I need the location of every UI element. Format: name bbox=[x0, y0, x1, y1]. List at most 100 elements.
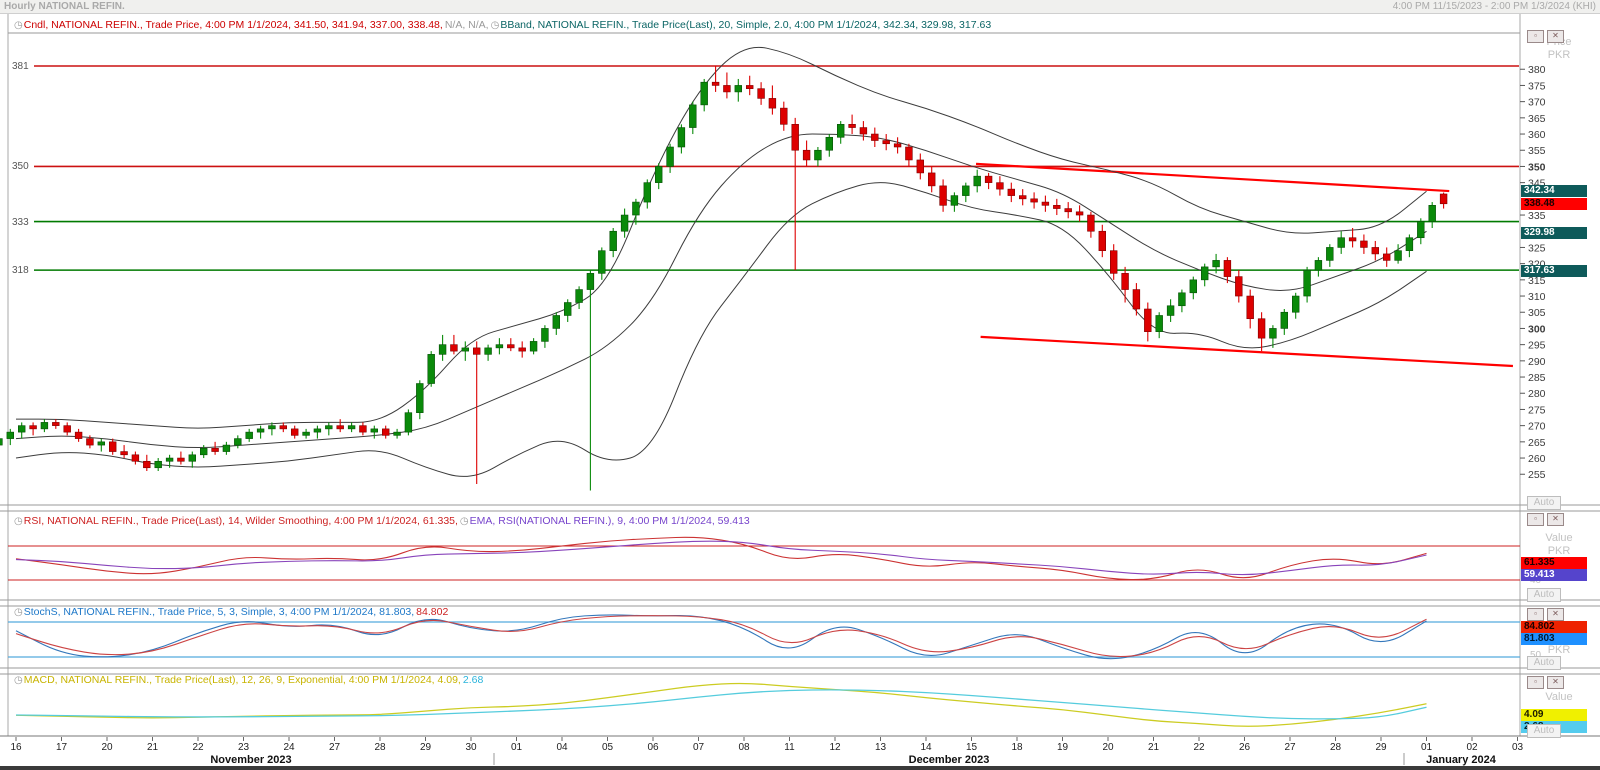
candle-body bbox=[849, 124, 856, 127]
price-axis-auto-button[interactable]: Auto bbox=[1527, 496, 1561, 510]
price-panel-minimize-icon[interactable]: ▫ bbox=[1527, 30, 1544, 43]
day-label: 12 bbox=[822, 742, 848, 753]
candle-body bbox=[269, 426, 276, 429]
macd-panel-minimize-icon[interactable]: ▫ bbox=[1527, 676, 1544, 689]
day-label: 20 bbox=[94, 742, 120, 753]
candle-body bbox=[974, 176, 981, 186]
candle-body bbox=[87, 439, 94, 445]
candle-body bbox=[928, 173, 935, 186]
price-panel-close-icon[interactable]: ✕ bbox=[1547, 30, 1564, 43]
candle-body bbox=[1440, 194, 1447, 204]
price-tick-label: 325 bbox=[1528, 242, 1546, 254]
price-tick-label: 375 bbox=[1528, 80, 1546, 92]
macd-axis-auto-button[interactable]: Auto bbox=[1527, 724, 1561, 738]
trend-channel-lower bbox=[981, 337, 1513, 366]
candle-body bbox=[655, 166, 662, 182]
clock-icon: ◷ bbox=[14, 607, 23, 618]
price-tick-label: 365 bbox=[1528, 113, 1546, 125]
macd-panel-legend[interactable]: ◷MACD, NATIONAL REFIN., Trade Price(Last… bbox=[14, 674, 485, 687]
candle-body bbox=[860, 128, 867, 134]
day-label: 07 bbox=[686, 742, 712, 753]
candle-body bbox=[780, 108, 787, 124]
candle-body bbox=[30, 426, 37, 429]
macd-axis-unit-label: Value bbox=[1524, 691, 1594, 703]
candle-body bbox=[7, 432, 14, 438]
price-tick-label: 275 bbox=[1528, 404, 1546, 416]
legend-text: N/A, N/A, bbox=[445, 19, 489, 31]
candle-body bbox=[1122, 273, 1129, 289]
candle-body bbox=[837, 124, 844, 137]
candle-body bbox=[257, 429, 264, 432]
bollinger-upper bbox=[16, 47, 1427, 428]
price-value-badge: 329.98 bbox=[1521, 227, 1587, 239]
rsi-panel-minimize-icon[interactable]: ▫ bbox=[1527, 513, 1544, 526]
legend-text: MACD, NATIONAL REFIN., Trade Price(Last)… bbox=[24, 674, 461, 686]
candle-body bbox=[701, 82, 708, 105]
candle-body bbox=[1190, 280, 1197, 293]
rsi-axis-auto-button[interactable]: Auto bbox=[1527, 588, 1561, 602]
macd-signal-line bbox=[16, 690, 1427, 719]
level-label-381: 381 bbox=[12, 61, 29, 72]
candle-body bbox=[1247, 296, 1254, 319]
candle-body bbox=[1361, 241, 1368, 247]
rsi-panel-close-icon[interactable]: ✕ bbox=[1547, 513, 1564, 526]
stoch-panel-close-icon[interactable]: ✕ bbox=[1547, 608, 1564, 621]
stoch-panel-legend[interactable]: ◷StochS, NATIONAL REFIN., Trade Price, 5… bbox=[14, 606, 450, 619]
month-label: November 2023 bbox=[181, 754, 321, 766]
clock-icon: ◷ bbox=[460, 516, 469, 527]
chart-window: Hourly NATIONAL REFIN. 4:00 PM 11/15/202… bbox=[0, 0, 1600, 770]
candle-body bbox=[234, 439, 241, 445]
legend-text: EMA, RSI(NATIONAL REFIN.), 9, 4:00 PM 1/… bbox=[470, 515, 750, 527]
candle-body bbox=[200, 448, 207, 454]
candle-body bbox=[1213, 260, 1220, 266]
candle-body bbox=[1235, 277, 1242, 296]
candle-body bbox=[758, 89, 765, 99]
price-tick-label: 360 bbox=[1528, 129, 1546, 141]
price-tick-label: 380 bbox=[1528, 64, 1546, 76]
candle-body bbox=[621, 215, 628, 231]
day-label: 27 bbox=[1277, 742, 1303, 753]
macd-panel-close-icon[interactable]: ✕ bbox=[1547, 676, 1564, 689]
candle-body bbox=[519, 348, 526, 351]
candle-body bbox=[451, 345, 458, 351]
day-label: 21 bbox=[1141, 742, 1167, 753]
candle-body bbox=[1395, 251, 1402, 261]
candle-body bbox=[496, 345, 503, 348]
price-tick-label: 260 bbox=[1528, 453, 1546, 465]
candle-body bbox=[746, 85, 753, 88]
candle-body bbox=[1372, 247, 1379, 253]
candle-body bbox=[1133, 290, 1140, 309]
candle-body bbox=[382, 429, 389, 435]
price-tick-label: 350 bbox=[1528, 161, 1546, 173]
day-label: 28 bbox=[1323, 742, 1349, 753]
candle-body bbox=[1179, 293, 1186, 306]
legend-text: 2.68 bbox=[463, 674, 483, 686]
rsi-panel-legend[interactable]: ◷RSI, NATIONAL REFIN., Trade Price(Last)… bbox=[14, 515, 752, 528]
day-label: 21 bbox=[140, 742, 166, 753]
rsi-value-badge: 59.413 bbox=[1521, 569, 1587, 581]
candle-body bbox=[1417, 222, 1424, 238]
candle-body bbox=[940, 186, 947, 205]
day-label: 03 bbox=[1505, 742, 1531, 753]
candle-body bbox=[1292, 296, 1299, 312]
candle-body bbox=[792, 124, 799, 150]
candle-body bbox=[951, 196, 958, 206]
candle-body bbox=[906, 147, 913, 160]
day-label: 19 bbox=[1050, 742, 1076, 753]
macd-panel-window-buttons: ▫✕ bbox=[1527, 676, 1564, 689]
candle-body bbox=[576, 290, 583, 303]
day-label: 06 bbox=[640, 742, 666, 753]
candle-body bbox=[325, 426, 332, 429]
candle-body bbox=[405, 413, 412, 432]
stoch-axis-auto-button[interactable]: Auto bbox=[1527, 656, 1561, 670]
macd-value-badge: 4.09 bbox=[1521, 709, 1587, 721]
candle-body bbox=[394, 432, 401, 435]
candle-body bbox=[1270, 328, 1277, 338]
rsi-axis-unit-label: Value bbox=[1524, 532, 1594, 544]
candle-body bbox=[917, 160, 924, 173]
legend-text: BBand, NATIONAL REFIN., Trade Price(Last… bbox=[500, 19, 991, 31]
price-tick-label: 270 bbox=[1528, 421, 1546, 433]
stoch-panel-minimize-icon[interactable]: ▫ bbox=[1527, 608, 1544, 621]
candle-body bbox=[883, 141, 890, 144]
price-panel-legend[interactable]: ◷Cndl, NATIONAL REFIN., Trade Price, 4:0… bbox=[14, 19, 993, 32]
